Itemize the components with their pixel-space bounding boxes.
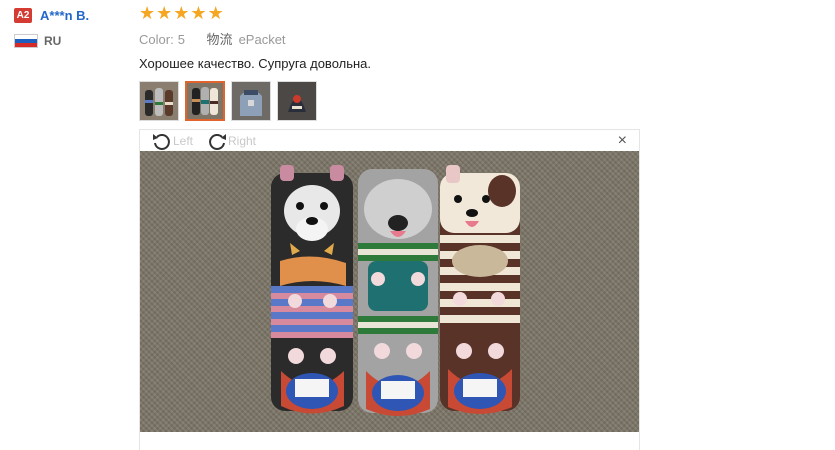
shipping-label: 物流 xyxy=(206,32,233,47)
image-viewer: Left Right × xyxy=(139,129,640,450)
thumbnail-image xyxy=(232,82,270,120)
rotate-left-button[interactable]: Left xyxy=(151,131,193,151)
rotate-left-label: Left xyxy=(173,134,194,148)
review-body: ★ ★ ★ ★ ★ Color: 5 物流 ePacket Хорошее каче… xyxy=(139,4,639,121)
thumbnail-image xyxy=(187,83,223,119)
thumbnail-image xyxy=(140,82,178,120)
rotate-right-icon xyxy=(209,134,226,150)
viewer-toolbar: Left Right × xyxy=(140,130,639,151)
socks-illustration xyxy=(271,165,520,416)
sock-schnauzer xyxy=(271,165,353,414)
star-icon: ★ xyxy=(207,3,224,23)
sock-sheepdog xyxy=(358,169,438,416)
reviewer-name-row: A2 A***n B. xyxy=(14,6,89,24)
review-text: Хорошее качество. Супруга довольна. xyxy=(139,56,372,71)
review-meta: Color: 5 物流 ePacket xyxy=(139,29,639,47)
close-icon[interactable]: × xyxy=(618,133,627,149)
reviewer-name[interactable]: A***n B. xyxy=(40,8,89,23)
color-value: 5 xyxy=(177,32,185,47)
star-icon: ★ xyxy=(190,3,207,23)
thumbnail-photo-1[interactable] xyxy=(139,81,179,121)
reviewer-level-badge: A2 xyxy=(14,7,32,23)
thumbnail-image xyxy=(278,82,316,120)
color-label: Color: xyxy=(139,32,174,47)
review-photo-large xyxy=(140,151,639,432)
rotate-right-label: Right xyxy=(228,134,257,148)
thumbnail-photo-2[interactable] xyxy=(185,81,225,121)
star-rating: ★ ★ ★ ★ ★ xyxy=(139,4,639,22)
rotate-left-icon xyxy=(153,134,170,150)
sock-puppy xyxy=(440,165,520,414)
star-icon: ★ xyxy=(173,3,190,23)
star-icon: ★ xyxy=(139,3,156,23)
reviewer-country: RU xyxy=(44,34,62,48)
rotate-right-button[interactable]: Right xyxy=(206,131,256,151)
review-thumbnails xyxy=(139,81,639,121)
russia-flag-icon xyxy=(14,34,38,48)
reviewer-country-row: RU xyxy=(14,34,89,48)
shipping-value: ePacket xyxy=(238,32,286,47)
star-icon: ★ xyxy=(156,3,173,23)
reviewer-info: A2 A***n B. RU xyxy=(14,6,89,48)
thumbnail-photo-3[interactable] xyxy=(231,81,271,121)
thumbnail-photo-4[interactable] xyxy=(277,81,317,121)
